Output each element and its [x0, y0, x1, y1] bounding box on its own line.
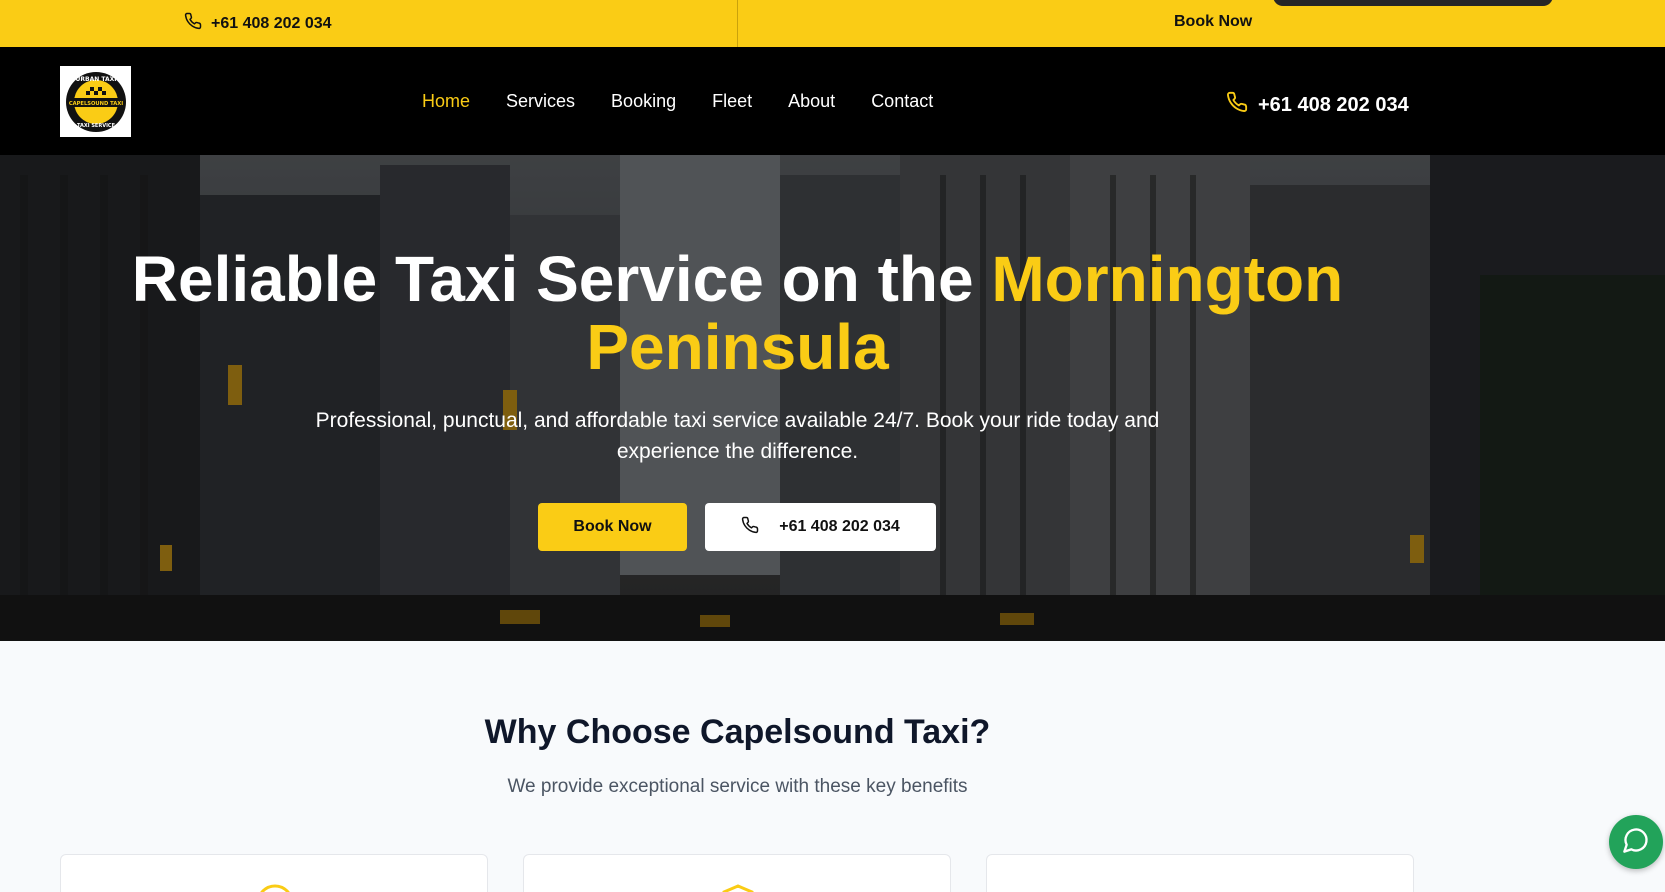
main-navbar: URBAN TAXI CAPELSOUND TAXI TAXI SERVICE …	[0, 47, 1665, 155]
logo-mid-text: CAPELSOUND TAXI	[68, 101, 122, 107]
clock-icon	[255, 883, 295, 892]
nav-item-booking[interactable]: Booking	[611, 92, 676, 110]
hero-overlay	[0, 155, 1665, 641]
logo-top-text: URBAN TAXI	[75, 76, 116, 83]
nav-item-about[interactable]: About	[788, 92, 835, 110]
nav-item-services[interactable]: Services	[506, 92, 575, 110]
phone-icon	[1226, 91, 1248, 119]
why-section-subtitle: We provide exceptional service with thes…	[507, 776, 968, 797]
benefit-card	[60, 854, 488, 892]
topbar-dark-tab	[1273, 0, 1553, 6]
hero-subtitle: Professional, punctual, and affordable t…	[315, 409, 1160, 463]
benefit-card	[986, 854, 1414, 892]
nav-phone-text: +61 408 202 034	[1258, 93, 1409, 116]
phone-icon	[184, 12, 202, 35]
hero-book-now-button[interactable]: Book Now	[538, 503, 687, 551]
topbar-phone-text: +61 408 202 034	[211, 14, 332, 32]
nav-item-contact[interactable]: Contact	[871, 92, 933, 110]
whatsapp-chat-button[interactable]	[1609, 815, 1663, 869]
hero-title: Reliable Taxi Service on the Mornington …	[60, 245, 1415, 381]
site-logo[interactable]: URBAN TAXI CAPELSOUND TAXI TAXI SERVICE	[60, 66, 131, 137]
phone-icon	[741, 516, 759, 539]
benefit-card	[523, 854, 951, 892]
hero-call-button-label: +61 408 202 034	[779, 518, 900, 535]
topbar-phone-link[interactable]: +61 408 202 034	[184, 12, 332, 35]
nav-item-home[interactable]: Home	[422, 92, 470, 110]
topbar-book-now-link[interactable]: Book Now	[1174, 13, 1252, 31]
nav-phone-link[interactable]: +61 408 202 034	[1226, 91, 1409, 119]
hero-section: Reliable Taxi Service on the Mornington …	[0, 155, 1665, 641]
shield-icon	[718, 883, 758, 892]
logo-bottom-text: TAXI SERVICE	[76, 123, 115, 129]
hero-title-plain: Reliable Taxi Service on the	[131, 243, 992, 315]
hero-call-button[interactable]: +61 408 202 034	[705, 503, 936, 551]
topbar-divider	[737, 0, 738, 47]
why-section-title: Why Choose Capelsound Taxi?	[484, 713, 991, 751]
top-bar: +61 408 202 034 Book Now	[0, 0, 1665, 47]
nav-item-fleet[interactable]: Fleet	[712, 92, 752, 110]
primary-nav: Home Services Booking Fleet About Contac…	[422, 92, 933, 110]
whatsapp-chat-icon	[1622, 826, 1650, 859]
